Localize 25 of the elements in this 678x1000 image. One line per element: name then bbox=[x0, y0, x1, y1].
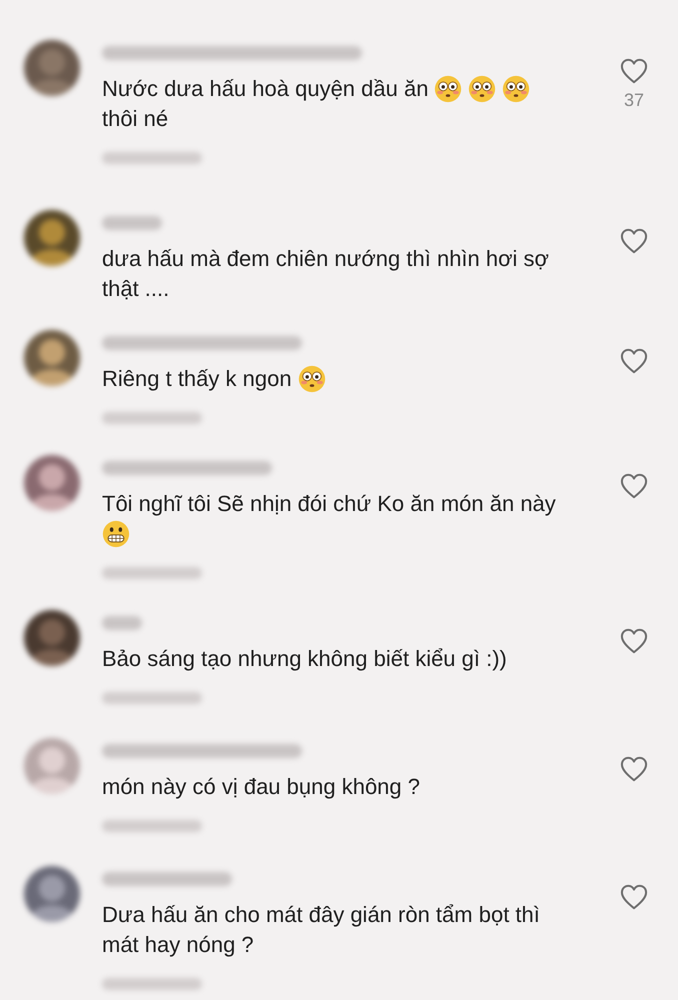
heart-icon[interactable] bbox=[620, 228, 648, 254]
comment-text: dưa hấu mà đem chiên nướng thì nhìn hơi sợ bbox=[102, 245, 549, 273]
heart-icon[interactable] bbox=[620, 473, 648, 499]
heart-icon[interactable] bbox=[620, 884, 648, 910]
like-count: 37 bbox=[624, 90, 644, 111]
grimacing-face-icon bbox=[102, 520, 130, 548]
comment-text: món này có vị đau bụng không ? bbox=[102, 773, 420, 801]
comment-text: Tôi nghĩ tôi Sẽ nhịn đói chứ Ko ăn món ăn này bbox=[102, 490, 556, 518]
flushed-face-icon bbox=[468, 75, 496, 103]
heart-icon[interactable] bbox=[620, 58, 648, 84]
comment-text: Dưa hấu ăn cho mát đây gián ròn tẩm bọt thì bbox=[102, 901, 540, 929]
comment-text: thôi né bbox=[102, 105, 168, 133]
flushed-face-icon bbox=[434, 75, 462, 103]
comment-text: Bảo sáng tạo nhưng không biết kiểu gì :)) bbox=[102, 645, 507, 673]
blurred-username bbox=[102, 216, 162, 230]
comment-text: Nước dưa hấu hoà quyện dầu ăn bbox=[102, 75, 428, 103]
comment-text: mát hay nóng ? bbox=[102, 931, 254, 959]
heart-icon[interactable] bbox=[620, 756, 648, 782]
flushed-face-icon bbox=[298, 365, 326, 393]
comment-text: Riêng t thấy k ngon bbox=[102, 365, 292, 393]
blurred-username bbox=[102, 616, 142, 630]
heart-icon[interactable] bbox=[620, 628, 648, 654]
heart-icon[interactable] bbox=[620, 348, 648, 374]
comment-text: thật .... bbox=[102, 275, 170, 303]
flushed-face-icon bbox=[502, 75, 530, 103]
